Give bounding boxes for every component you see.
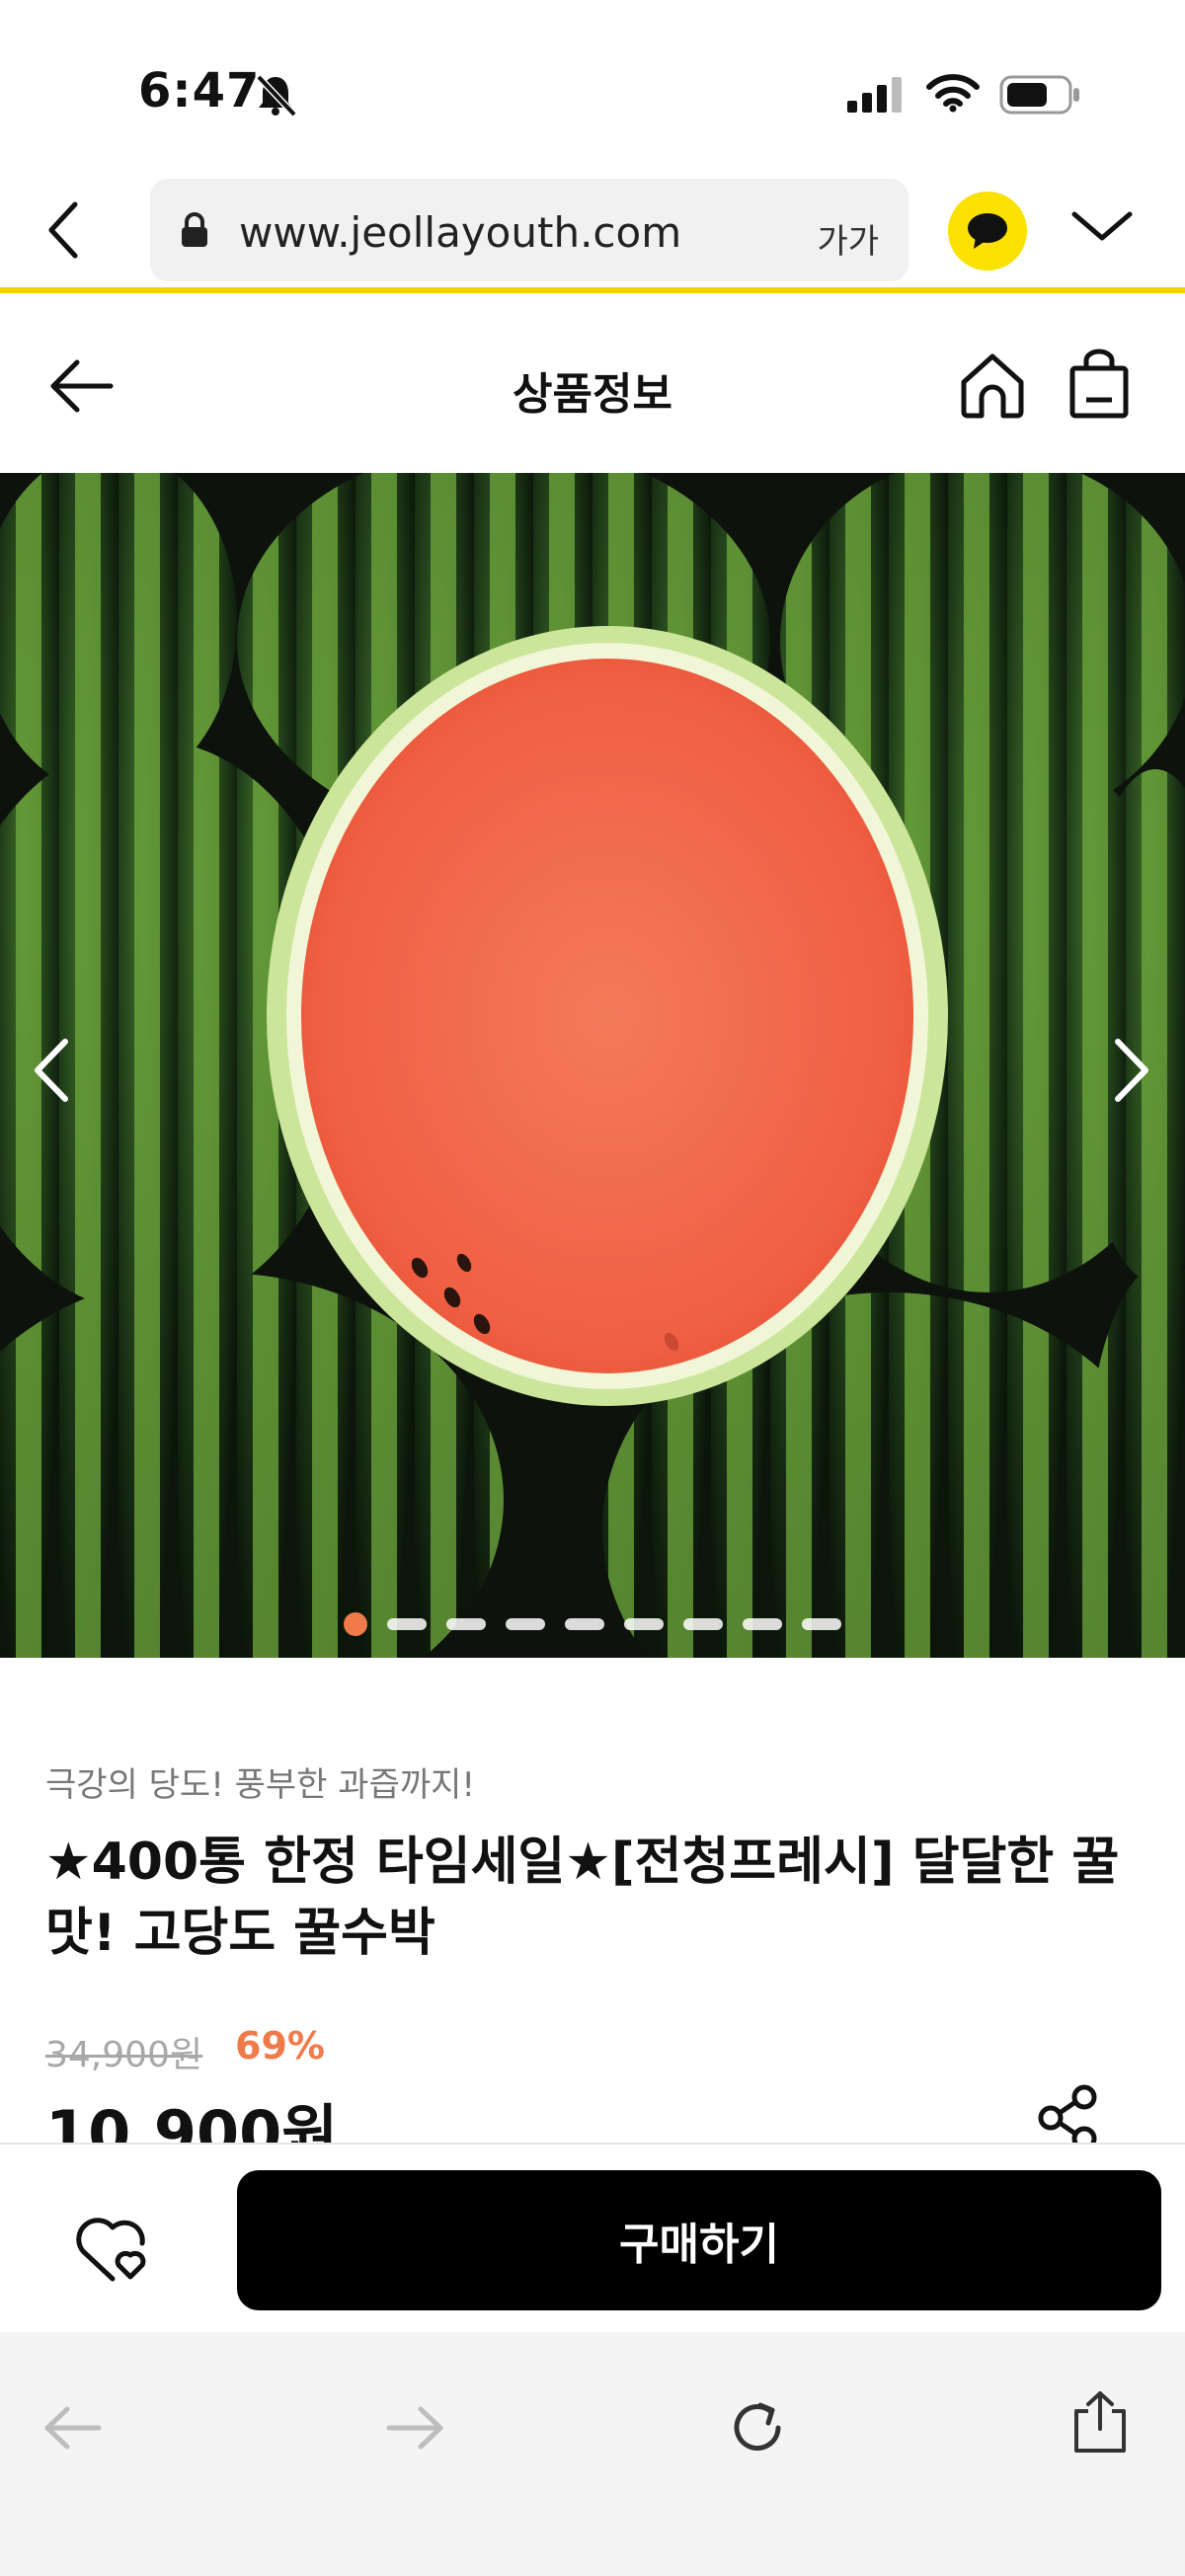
carousel-dot[interactable] xyxy=(387,1618,427,1630)
previous-image-arrow-icon[interactable] xyxy=(30,1036,73,1105)
bell-muted-icon xyxy=(256,74,297,117)
original-price: 34,900원 xyxy=(45,2035,203,2075)
product-image-carousel[interactable] xyxy=(0,473,1185,1658)
shopping-bag-icon[interactable] xyxy=(1068,349,1130,420)
kakao-button[interactable] xyxy=(948,192,1027,271)
lock-icon xyxy=(182,212,207,247)
carousel-dot[interactable] xyxy=(506,1618,545,1630)
url-field[interactable]: www.jeollayouth.com 가가 xyxy=(150,179,908,281)
carousel-pagination xyxy=(0,1612,1185,1636)
carousel-dot[interactable] xyxy=(743,1618,782,1630)
next-image-arrow-icon[interactable] xyxy=(1110,1036,1153,1105)
browser-back-arrow-icon[interactable] xyxy=(41,2403,103,2453)
browser-address-bar: www.jeollayouth.com 가가 xyxy=(0,173,1185,293)
home-icon[interactable] xyxy=(958,351,1027,420)
browser-back-chevron-icon[interactable] xyxy=(43,200,83,260)
product-title: ★400통 한정 타임세일★[전청프레시] 달달한 꿀맛! 고당도 꿀수박 xyxy=(45,1833,1120,1963)
browser-toolbar xyxy=(0,2332,1185,2576)
wifi-icon xyxy=(926,74,980,113)
carousel-dot[interactable] xyxy=(446,1618,486,1630)
url-text: www.jeollayouth.com xyxy=(239,208,682,257)
product-subtitle: 극강의 당도! 풍부한 과즙까지! xyxy=(45,1765,476,1805)
carousel-dot[interactable] xyxy=(802,1618,841,1630)
status-bar: 6:47 xyxy=(0,0,1185,173)
carousel-dot[interactable] xyxy=(565,1618,604,1630)
status-time: 6:47 xyxy=(138,63,261,118)
browser-forward-arrow-icon[interactable] xyxy=(385,2403,446,2453)
app-header: 상품정보 xyxy=(0,299,1185,473)
chevron-down-icon[interactable] xyxy=(1070,206,1134,246)
heart-icon[interactable] xyxy=(73,2214,162,2287)
carousel-dot[interactable] xyxy=(683,1618,723,1630)
cellular-signal-icon xyxy=(847,77,902,113)
share-upload-icon[interactable] xyxy=(1070,2389,1130,2455)
text-size-button[interactable]: 가가 xyxy=(817,214,879,263)
buy-button[interactable]: 구매하기 xyxy=(237,2170,1161,2310)
carousel-dot-active[interactable] xyxy=(344,1612,367,1636)
carousel-dot[interactable] xyxy=(624,1618,664,1630)
kakao-chat-icon xyxy=(968,213,1007,249)
discount-rate: 69% xyxy=(235,2024,325,2068)
reload-icon[interactable] xyxy=(727,2397,788,2459)
battery-icon xyxy=(999,75,1079,115)
purchase-bar: 구매하기 xyxy=(0,2143,1185,2332)
watermelon-image xyxy=(0,473,1185,1658)
